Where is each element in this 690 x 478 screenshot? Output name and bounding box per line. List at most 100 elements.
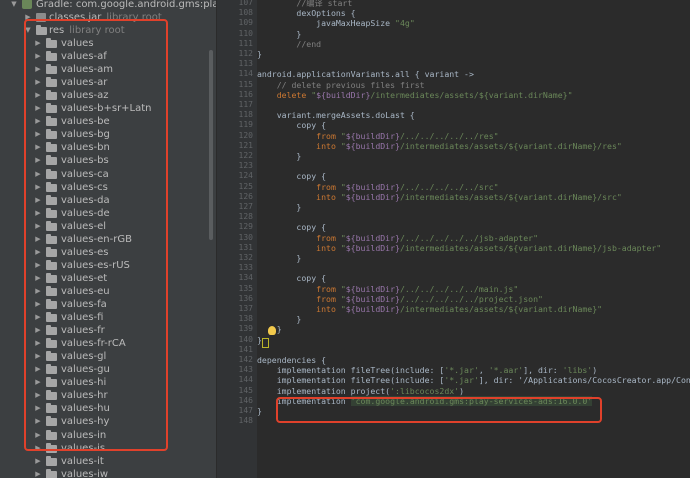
collapse-arrow-icon[interactable]: ▶	[33, 154, 43, 167]
collapse-arrow-icon[interactable]: ▶	[33, 246, 43, 259]
collapse-arrow-icon[interactable]: ▶	[33, 141, 43, 154]
tree-item-values-folder[interactable]: ▶ values-bg	[0, 128, 217, 141]
collapse-arrow-icon[interactable]: ▶	[33, 194, 43, 207]
code-line[interactable]: implementation 'com.google.android.gms:p…	[257, 395, 593, 406]
tree-item-values-folder[interactable]: ▶ values-b+sr+Latn	[0, 102, 217, 115]
collapse-arrow-icon[interactable]: ▶	[33, 468, 43, 478]
tree-item-values-folder[interactable]: ▶ values-gu	[0, 363, 217, 376]
collapse-arrow-icon[interactable]: ▶	[33, 272, 43, 285]
collapse-arrow-icon[interactable]: ▶	[33, 455, 43, 468]
tree-item-values-folder[interactable]: ▶ values-et	[0, 272, 217, 285]
collapse-arrow-icon[interactable]: ▶	[33, 102, 43, 115]
code-line[interactable]: dexOptions {	[257, 8, 355, 18]
tree-item-values-folder[interactable]: ▶ values-fr-rCA	[0, 337, 217, 350]
code-line[interactable]: copy {	[257, 273, 326, 283]
code-line[interactable]: // delete previous files first	[257, 80, 425, 90]
code-line[interactable]: }	[257, 253, 301, 263]
code-line[interactable]: copy {	[257, 222, 326, 232]
code-line[interactable]: implementation fileTree(include: ['*.jar…	[257, 375, 690, 385]
lightbulb-icon[interactable]	[268, 326, 276, 335]
code-line[interactable]: into "${buildDir}/intermediates/assets/$…	[257, 243, 661, 253]
code-line[interactable]: //编译 start	[257, 0, 352, 8]
collapse-arrow-icon[interactable]: ▶	[33, 298, 43, 311]
tree-item-values-folder[interactable]: ▶ values-es	[0, 246, 217, 259]
tree-item-values-folder[interactable]: ▶ values-bn	[0, 141, 217, 154]
tree-item-values-folder[interactable]: ▶ values-az	[0, 89, 217, 102]
collapse-arrow-icon[interactable]: ▶	[33, 89, 43, 102]
tree-item-values-folder[interactable]: ▶ values-am	[0, 63, 217, 76]
collapse-arrow-icon[interactable]: ▶	[33, 376, 43, 389]
tree-item-values-folder[interactable]: ▶ values-hu	[0, 402, 217, 415]
code-line[interactable]: from "${buildDir}/../../../../../project…	[257, 294, 543, 304]
code-line[interactable]: from "${buildDir}/../../../../../main.js…	[257, 284, 518, 294]
collapse-arrow-icon[interactable]: ▶	[33, 259, 43, 272]
code-line[interactable]: into "${buildDir}/intermediates/assets/$…	[257, 141, 622, 151]
tree-item-values-folder[interactable]: ▶ values-hi	[0, 376, 217, 389]
code-line[interactable]: implementation project(':libcocos2dx')	[257, 386, 464, 396]
code-line[interactable]: into "${buildDir}/intermediates/assets/$…	[257, 192, 622, 202]
tree-item-values-folder[interactable]: ▶ values-cs	[0, 181, 217, 194]
collapse-arrow-icon[interactable]: ▶	[23, 11, 33, 24]
collapse-arrow-icon[interactable]: ▶	[33, 363, 43, 376]
tree-item-values-folder[interactable]: ▶ values-hr	[0, 389, 217, 402]
collapse-arrow-icon[interactable]: ▶	[33, 220, 43, 233]
tree-item-values-folder[interactable]: ▶ values-da	[0, 194, 217, 207]
tree-item-values-folder[interactable]: ▶ values-af	[0, 50, 217, 63]
tree-item-values-folder[interactable]: ▶ values-fi	[0, 311, 217, 324]
code-line[interactable]: from "${buildDir}/../../../../../res"	[257, 131, 498, 141]
collapse-arrow-icon[interactable]: ▶	[33, 389, 43, 402]
tree-item-values-folder[interactable]: ▶ values-el	[0, 220, 217, 233]
code-editor[interactable]: //编译 start dexOptions { javaMaxHeapSize …	[257, 0, 690, 478]
collapse-arrow-icon[interactable]: ▶	[33, 115, 43, 128]
collapse-arrow-icon[interactable]: ▶	[33, 207, 43, 220]
collapse-arrow-icon[interactable]: ▶	[33, 311, 43, 324]
collapse-arrow-icon[interactable]: ▶	[33, 50, 43, 63]
collapse-arrow-icon[interactable]: ▶	[33, 285, 43, 298]
tree-item-values-folder[interactable]: ▶ values-is	[0, 442, 217, 455]
tree-item-values-folder[interactable]: ▶ values-ar	[0, 76, 217, 89]
tree-item-values-folder[interactable]: ▶ values-ca	[0, 168, 217, 181]
collapse-arrow-icon[interactable]: ▶	[33, 181, 43, 194]
collapse-arrow-icon[interactable]: ▶	[33, 128, 43, 141]
code-line[interactable]: //end	[257, 39, 321, 49]
tree-item-values-folder[interactable]: ▶ values-fr	[0, 324, 217, 337]
code-line[interactable]: }	[257, 314, 301, 324]
code-line[interactable]: copy {	[257, 171, 326, 181]
code-line[interactable]: copy {	[257, 120, 326, 130]
code-line[interactable]: android.applicationVariants.all { varian…	[257, 69, 474, 79]
collapse-arrow-icon[interactable]: ▶	[33, 337, 43, 350]
collapse-arrow-icon[interactable]: ▶	[33, 76, 43, 89]
tree-item-values-folder[interactable]: ▶ values-es-rUS	[0, 259, 217, 272]
expand-arrow-icon[interactable]: ▼	[23, 24, 33, 37]
collapse-arrow-icon[interactable]: ▶	[33, 415, 43, 428]
collapse-arrow-icon[interactable]: ▶	[33, 63, 43, 76]
tree-item-values-folder[interactable]: ▶ values-eu	[0, 285, 217, 298]
code-line[interactable]: delete "${buildDir}/intermediates/assets…	[257, 90, 573, 100]
code-line[interactable]: }	[257, 202, 301, 212]
tree-item-gradle-library[interactable]: ▼ Gradle: com.google.android.gms:play-ser…	[0, 0, 217, 11]
tree-item-values-folder[interactable]: ▶ values	[0, 37, 217, 50]
code-line[interactable]: }	[257, 151, 301, 161]
collapse-arrow-icon[interactable]: ▶	[33, 233, 43, 246]
tree-item-values-folder[interactable]: ▶ values-en-rGB	[0, 233, 217, 246]
tree-item-values-folder[interactable]: ▶ values-gl	[0, 350, 217, 363]
code-line[interactable]: from "${buildDir}/../../../../../jsb-ada…	[257, 233, 538, 243]
code-line[interactable]: variant.mergeAssets.doLast {	[257, 110, 415, 120]
collapse-arrow-icon[interactable]: ▶	[33, 402, 43, 415]
tree-item-values-folder[interactable]: ▶ values-fa	[0, 298, 217, 311]
tree-item-values-folder[interactable]: ▶ values-hy	[0, 415, 217, 428]
tree-item-res-folder[interactable]: ▼ res library root	[0, 24, 217, 37]
collapse-arrow-icon[interactable]: ▶	[33, 350, 43, 363]
code-line[interactable]: }	[257, 29, 301, 39]
code-line[interactable]: }	[257, 406, 262, 416]
collapse-arrow-icon[interactable]: ▶	[33, 168, 43, 181]
tree-item-values-folder[interactable]: ▶ values-be	[0, 115, 217, 128]
expand-arrow-icon[interactable]: ▼	[9, 0, 19, 11]
code-line[interactable]: }	[257, 49, 262, 59]
code-line[interactable]: implementation fileTree(include: ['*.jar…	[257, 365, 597, 375]
collapse-arrow-icon[interactable]: ▶	[33, 442, 43, 455]
tree-item-values-folder[interactable]: ▶ values-in	[0, 429, 217, 442]
tree-item-values-folder[interactable]: ▶ values-bs	[0, 154, 217, 167]
collapse-arrow-icon[interactable]: ▶	[33, 324, 43, 337]
collapse-arrow-icon[interactable]: ▶	[33, 429, 43, 442]
